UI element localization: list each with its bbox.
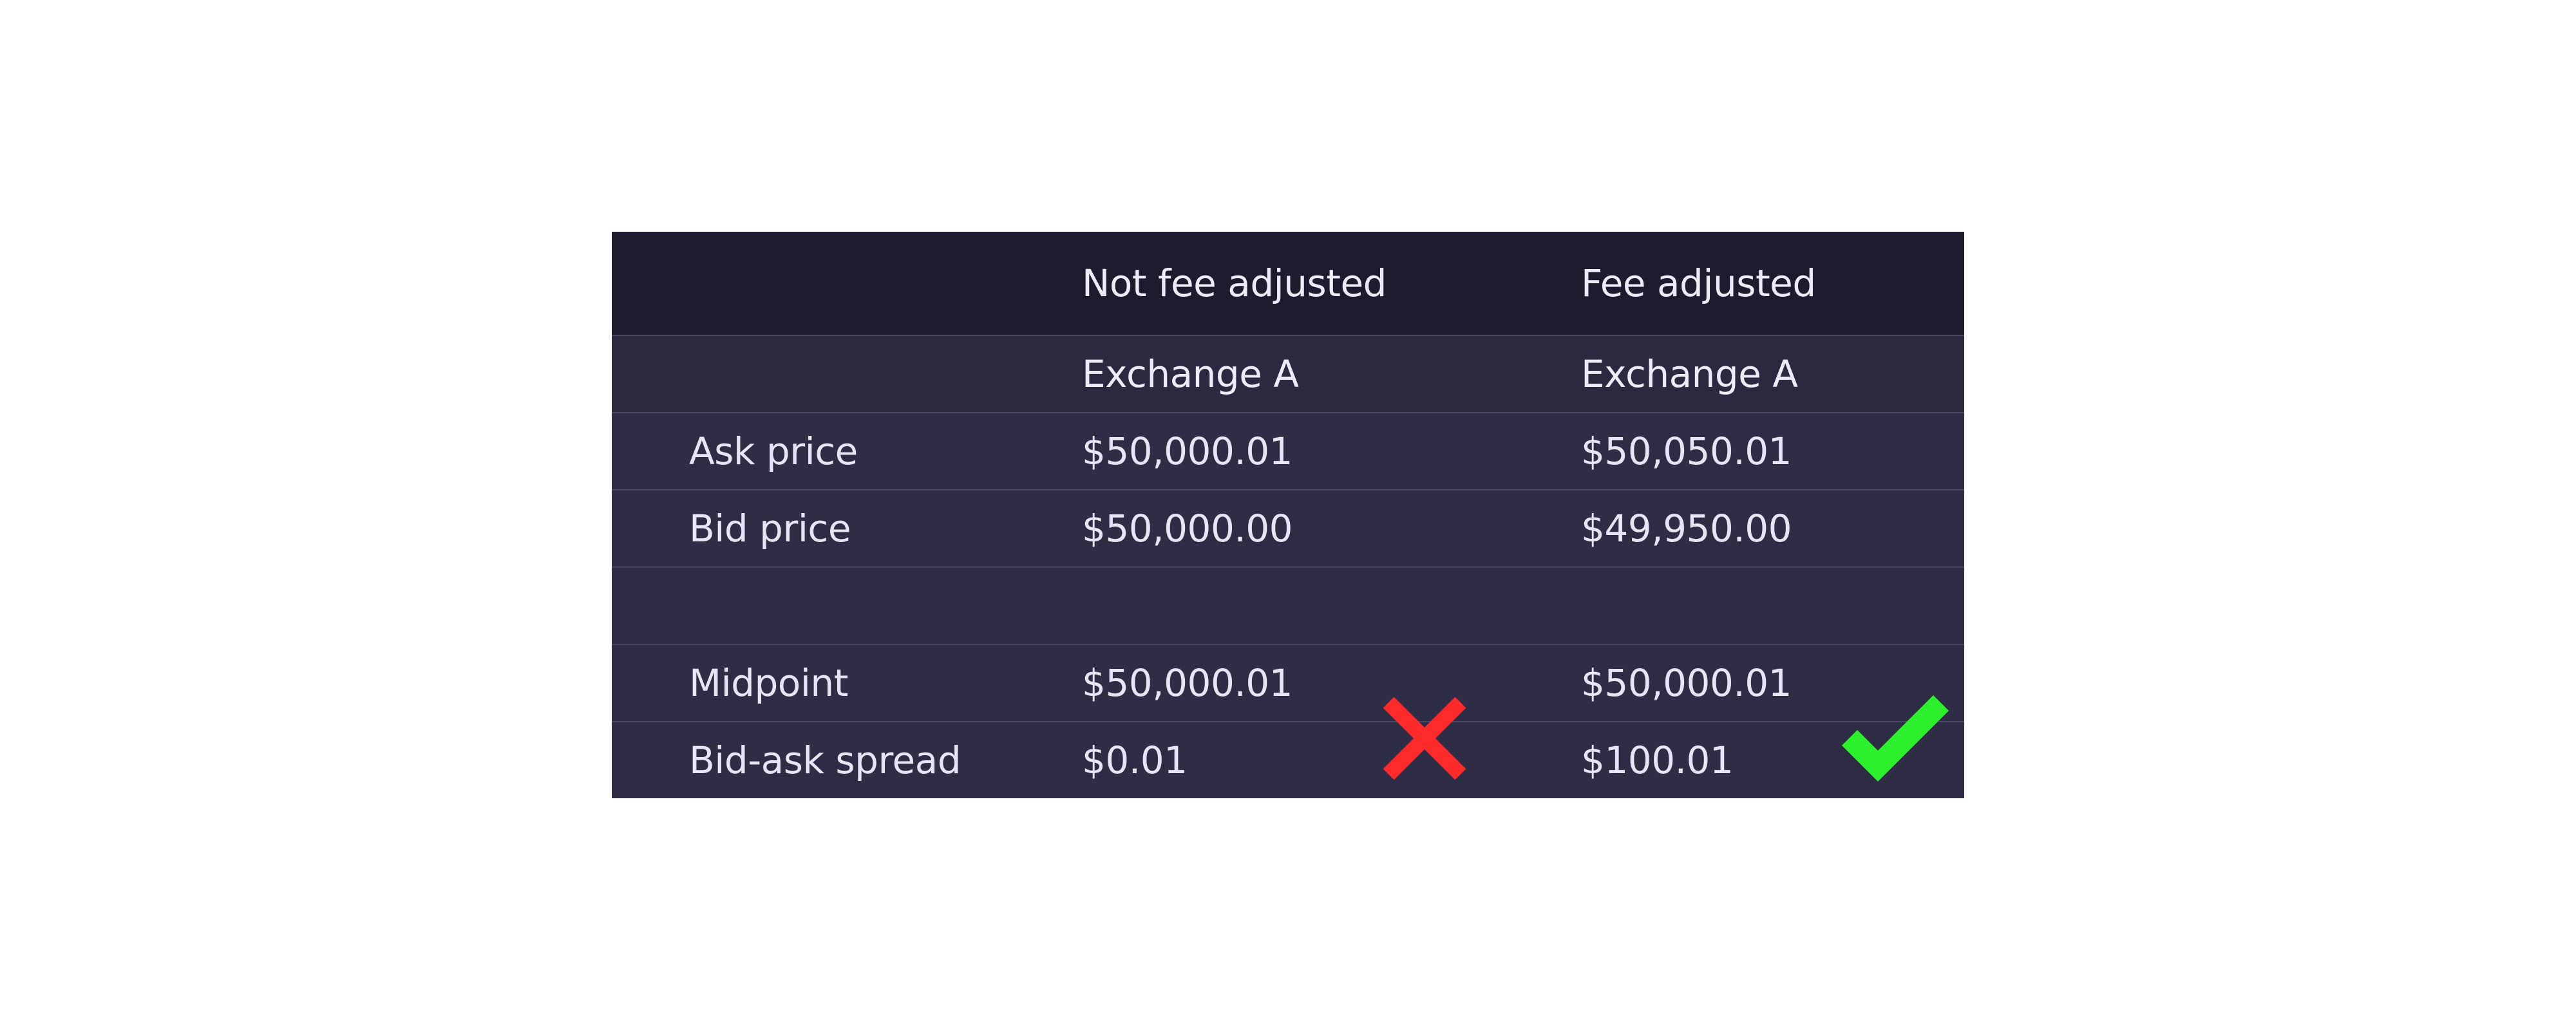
subheader-exchange-a-not-fee-adjusted: Exchange A [1082,352,1299,396]
checkmark-icon [1842,695,1949,782]
cell-fee-adjusted: $49,950.00 [1581,507,1792,550]
cell-fee-adjusted: $50,050.01 [1581,429,1792,473]
table-row-spacer [612,566,1964,644]
row-label: Bid-ask spread [689,738,961,782]
row-label: Ask price [689,429,858,473]
subheader-exchange-a-fee-adjusted: Exchange A [1581,352,1798,396]
cell-not-fee-adjusted: $50,000.01 [1082,429,1293,473]
header-fee-adjusted: Fee adjusted [1581,261,1816,305]
table-row-bid-ask-spread: Bid-ask spread $0.01 $100.01 [612,721,1964,798]
cell-fee-adjusted: $100.01 [1581,738,1734,782]
header-not-fee-adjusted: Not fee adjusted [1082,261,1387,305]
table-row-bid-price: Bid price $50,000.00 $49,950.00 [612,489,1964,566]
table-row-midpoint: Midpoint $50,000.01 $50,000.01 [612,644,1964,721]
cell-not-fee-adjusted: $0.01 [1082,738,1188,782]
row-label: Bid price [689,507,851,550]
row-label: Midpoint [689,661,848,705]
comparison-table: Not fee adjusted Fee adjusted Exchange A… [612,232,1964,798]
table-subheader-row: Exchange A Exchange A [612,335,1964,412]
table-header-row: Not fee adjusted Fee adjusted [612,232,1964,335]
cell-not-fee-adjusted: $50,000.00 [1082,507,1293,550]
cell-not-fee-adjusted: $50,000.01 [1082,661,1293,705]
table-row-ask-price: Ask price $50,000.01 $50,050.01 [612,412,1964,489]
x-mark-icon [1383,697,1466,780]
cell-fee-adjusted: $50,000.01 [1581,661,1792,705]
